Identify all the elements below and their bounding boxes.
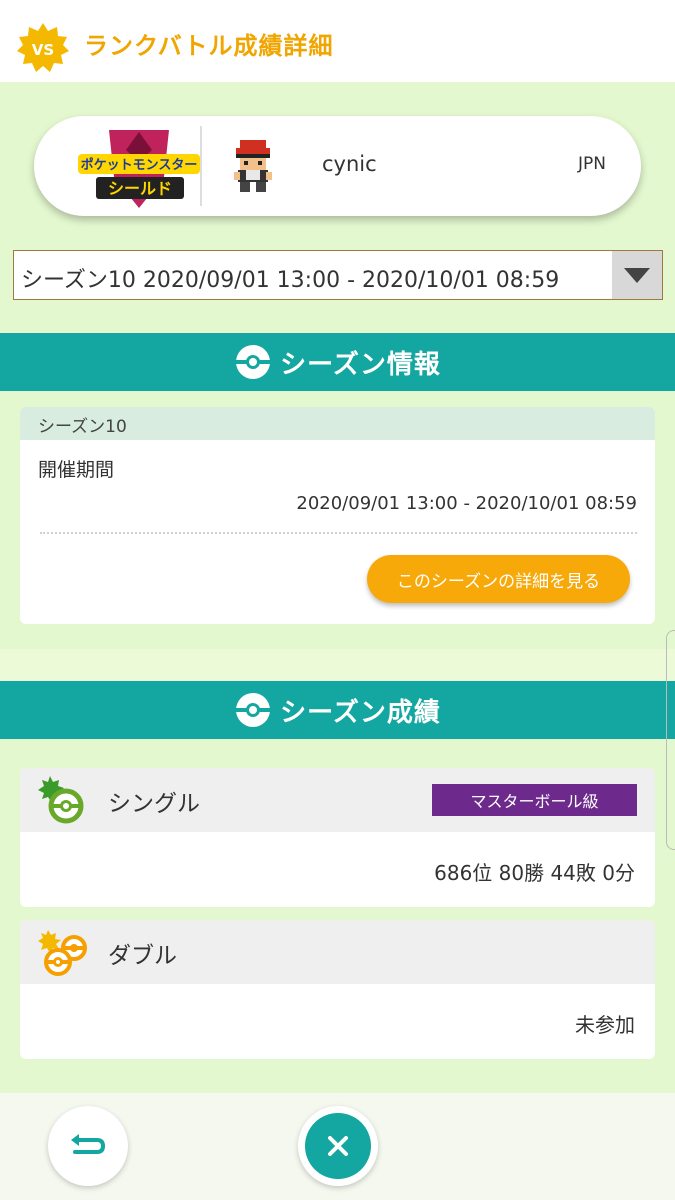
- pokeball-icon: [236, 345, 271, 379]
- trainer-avatar-icon: [234, 140, 272, 192]
- player-name: cynic: [322, 152, 377, 176]
- season-detail-button[interactable]: このシーズンの詳細を見る: [367, 555, 630, 603]
- section-bar-season-info: シーズン情報: [0, 333, 675, 391]
- double-result-value: 未参加: [575, 1013, 635, 1037]
- single-label: シングル: [108, 791, 200, 817]
- chevron-down-icon: [624, 268, 650, 283]
- season-card-header: シーズン10: [20, 407, 655, 440]
- svg-text:ポケットモンスター: ポケットモンスター: [81, 157, 198, 173]
- close-icon: [328, 1136, 348, 1156]
- season-select-dropdown[interactable]: シーズン10 2020/09/01 13:00 - 2020/10/01 08:…: [13, 250, 663, 300]
- dropdown-arrow-button[interactable]: [612, 251, 662, 299]
- single-result-value: 686位 80勝 44敗 0分: [434, 861, 635, 885]
- single-result-header: シングル マスターボール級: [20, 768, 655, 832]
- vs-badge-icon: VS: [17, 23, 69, 72]
- double-battle-icon: [38, 930, 87, 976]
- game-logo-icon: ポケットモンスター シールド: [78, 130, 200, 208]
- spacer: [0, 649, 675, 681]
- season-select-value: シーズン10 2020/09/01 13:00 - 2020/10/01 08:…: [21, 268, 560, 293]
- period-label: 開催期間: [38, 459, 115, 481]
- section-title: シーズン情報: [280, 349, 441, 380]
- double-result-card: ダブル 未参加: [20, 920, 655, 1059]
- close-button[interactable]: [298, 1106, 378, 1186]
- section-bar-season-results: シーズン成績: [0, 681, 675, 739]
- pokeball-icon: [236, 693, 271, 727]
- section-title: シーズン成績: [280, 697, 441, 728]
- card-divider: [200, 126, 202, 206]
- double-label: ダブル: [108, 943, 177, 969]
- single-result-card: シングル マスターボール級 686位 80勝 44敗 0分: [20, 768, 655, 907]
- header: VS ランクバトル成績詳細: [0, 0, 675, 82]
- season-card-title: シーズン10: [38, 417, 127, 437]
- single-battle-icon: [38, 776, 84, 824]
- period-value: 2020/09/01 13:00 - 2020/10/01 08:59: [296, 493, 637, 514]
- svg-text:シールド: シールド: [108, 179, 172, 198]
- scrollbar[interactable]: [666, 630, 675, 850]
- season-info-card: シーズン10 開催期間 2020/09/01 13:00 - 2020/10/0…: [20, 407, 655, 624]
- double-result-header: ダブル: [20, 920, 655, 984]
- rank-badge: マスターボール級: [432, 784, 637, 816]
- player-region: JPN: [578, 154, 606, 174]
- svg-text:VS: VS: [32, 41, 54, 59]
- back-button[interactable]: [48, 1106, 128, 1186]
- back-arrow-icon: [71, 1134, 106, 1154]
- divider: [40, 532, 637, 534]
- page-title: ランクバトル成績詳細: [84, 32, 334, 60]
- player-card: ポケットモンスター シールド cynic JPN: [34, 116, 641, 216]
